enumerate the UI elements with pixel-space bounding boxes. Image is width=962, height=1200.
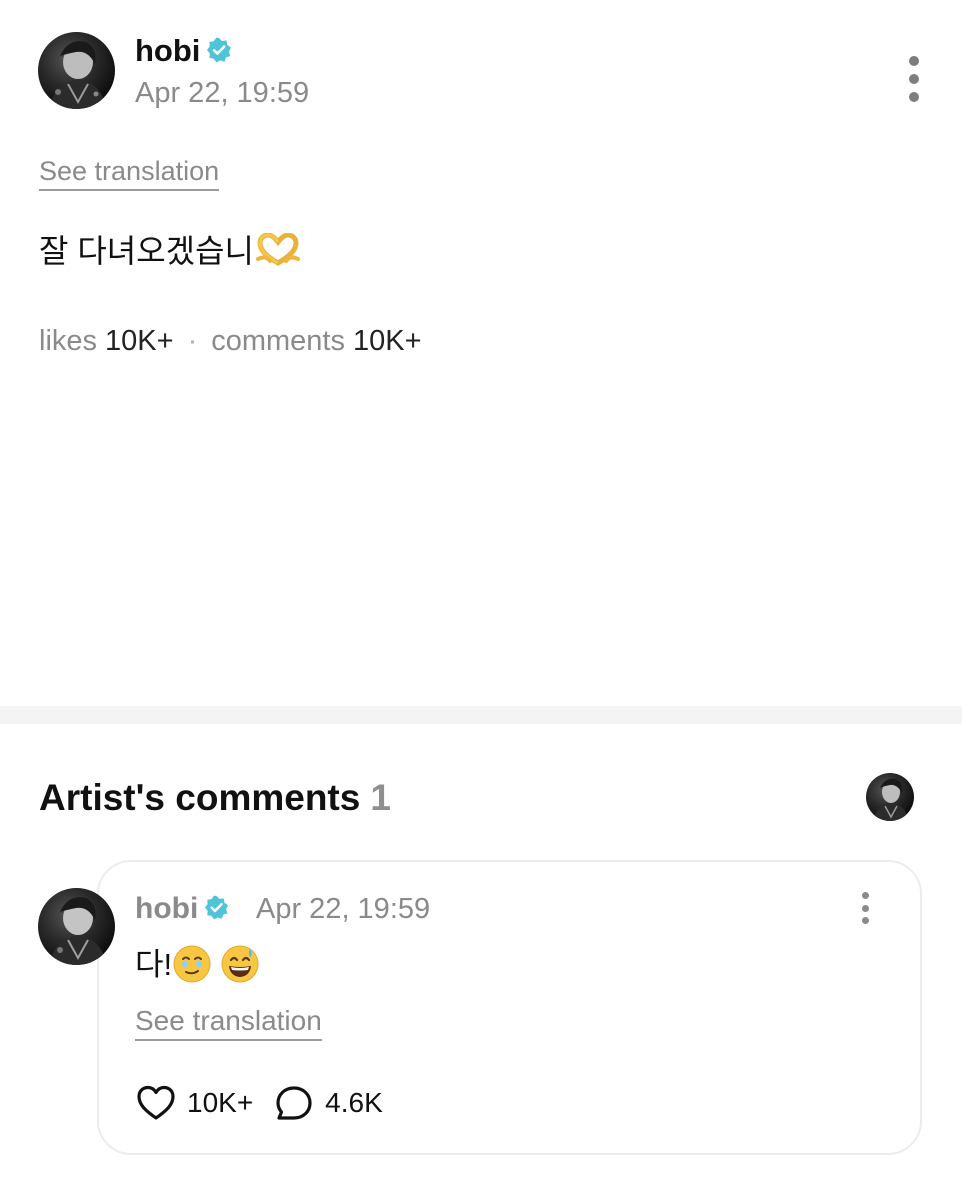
heart-hands-emoji-icon (255, 232, 300, 266)
kebab-dot (861, 892, 869, 899)
comment-author-name[interactable]: hobi (135, 892, 229, 926)
post-text: 잘 다녀오겠습니 (39, 232, 300, 271)
comment-author-avatar[interactable] (38, 888, 115, 965)
reply-button[interactable]: 4.6K (273, 1083, 383, 1123)
author-avatar[interactable] (38, 32, 115, 109)
reply-count: 4.6K (325, 1087, 383, 1118)
comment-timestamp: Apr 22, 19:59 (256, 893, 431, 925)
more-options-icon[interactable] (906, 56, 922, 102)
artist-comments-count: 1 (370, 777, 391, 818)
kebab-dot (861, 917, 869, 924)
heart-icon (137, 1085, 175, 1120)
comments-label: comments (211, 325, 345, 357)
artist-comments-heading: Artist's comments 1 (39, 778, 391, 818)
author-name-text: hobi (135, 33, 201, 68)
post-page: hobi Apr 22, 19:59 See translation 잘 다녀오… (0, 0, 962, 1200)
stats-separator: · (187, 325, 198, 357)
avatar-photo (50, 897, 106, 965)
kebab-dot (861, 904, 869, 912)
comment-text-content: 다! (135, 947, 173, 982)
likes-label: likes (39, 325, 98, 357)
like-count: 10K+ (187, 1087, 254, 1118)
face-holding-back-tears-emoji-icon (173, 945, 211, 983)
comment-actions: 10K+ 4.6K (135, 1082, 383, 1124)
grinning-face-with-sweat-emoji-icon (221, 945, 259, 983)
comment-author-name-text: hobi (135, 892, 199, 925)
verified-badge-icon (207, 37, 232, 63)
avatar-photo (873, 778, 908, 821)
avatar-photo (50, 41, 106, 109)
see-translation-link[interactable]: See translation (39, 156, 220, 191)
like-button[interactable]: 10K+ (135, 1083, 253, 1123)
kebab-dot (909, 56, 919, 66)
post-header: hobi Apr 22, 19:59 (38, 32, 928, 112)
comment-bubble-icon (276, 1086, 312, 1120)
comments-count[interactable]: 10K+ (353, 325, 422, 357)
kebab-dot (909, 92, 919, 102)
artist-comments-title: Artist's comments (39, 777, 361, 818)
likes-count[interactable]: 10K+ (105, 325, 174, 357)
artist-filter-avatar[interactable] (866, 773, 914, 821)
section-divider (0, 706, 962, 724)
post-timestamp: Apr 22, 19:59 (135, 77, 310, 109)
post-text-content: 잘 다녀오겠습니 (39, 233, 254, 269)
kebab-dot (909, 74, 919, 84)
author-name[interactable]: hobi (135, 34, 232, 68)
comment-text: 다! (135, 945, 260, 987)
post-stats: likes 10K+ · comments 10K+ (39, 324, 422, 358)
verified-badge-icon (205, 895, 229, 920)
comment-see-translation-link[interactable]: See translation (135, 1006, 322, 1041)
comment-more-options-icon[interactable] (858, 892, 872, 924)
